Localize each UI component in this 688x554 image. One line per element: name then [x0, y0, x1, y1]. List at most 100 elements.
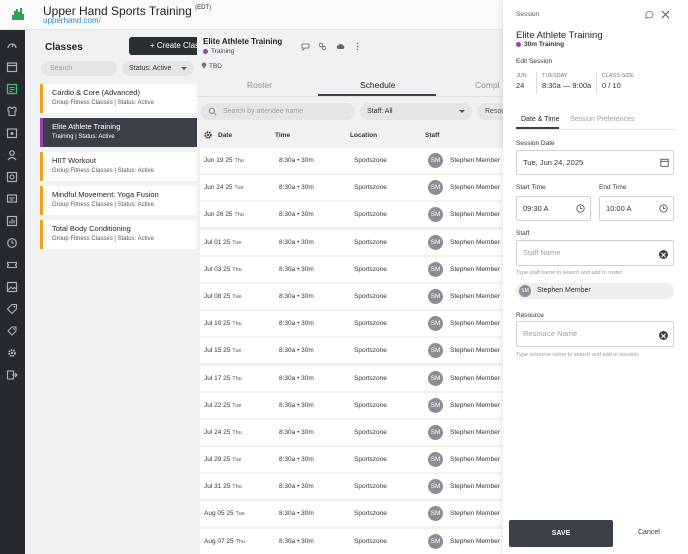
- memberships-icon[interactable]: [6, 237, 18, 249]
- clock-icon[interactable]: [659, 204, 668, 213]
- column-header-date[interactable]: Date: [218, 132, 232, 139]
- session-staff: Stephen Member: [450, 238, 500, 246]
- tab-session-preferences[interactable]: Session Preferences: [570, 116, 635, 123]
- session-row[interactable]: Jun 24 25 Tue 8:30a • 30m Sportszone SM Step…: [200, 175, 506, 201]
- session-row[interactable]: Jul 29 25 Tue 8:30a • 30m Sportszone SM Step…: [200, 447, 506, 473]
- session-date-summary: JUN 24: [516, 73, 527, 90]
- session-location: Sportszone: [354, 428, 387, 436]
- avatar: SM: [428, 288, 443, 304]
- session-row[interactable]: Aug 05 25 Tue 8:30a • 30m Sportszone SM Step…: [200, 501, 506, 527]
- avatar: SM: [428, 397, 443, 413]
- location-pin-icon: [201, 62, 207, 69]
- column-settings-icon[interactable]: [203, 130, 213, 140]
- chevron-down-icon: [181, 67, 187, 70]
- session-date-field[interactable]: Tue, Jun 24, 2025: [516, 150, 674, 175]
- staff-hint: Type staff name to search and add to ros…: [516, 270, 624, 276]
- clients-icon[interactable]: [6, 149, 18, 161]
- session-row[interactable]: Jul 24 25 Thu 8:30a • 30m Sportszone SM Step…: [200, 419, 506, 445]
- column-header-time[interactable]: Time: [275, 132, 290, 139]
- end-time-label: End Time: [599, 184, 627, 191]
- class-meta: Group Fitness Classes | Status: Active: [52, 168, 154, 174]
- tab-schedule[interactable]: Schedule: [360, 80, 395, 90]
- passes-icon[interactable]: [6, 259, 18, 271]
- tab-date-time[interactable]: Date & Time: [521, 116, 560, 123]
- session-row[interactable]: Jun 26 25 Thu 8:30a • 30m Sportszone SM Step…: [200, 202, 506, 228]
- column-header-staff[interactable]: Staff: [425, 132, 439, 139]
- tab-completed[interactable]: Compl: [475, 80, 500, 90]
- attendee-search-input[interactable]: Search by attendee name: [201, 103, 355, 120]
- calendar-icon[interactable]: [660, 158, 669, 167]
- end-time-field[interactable]: 10:00 A: [599, 196, 674, 221]
- column-header-location[interactable]: Location: [350, 132, 377, 139]
- session-time: 8:30a • 30m: [279, 292, 314, 300]
- session-time: 8:30a • 30m: [279, 184, 314, 192]
- session-time: 8:30a • 30m: [279, 347, 314, 355]
- session-row[interactable]: Jul 10 25 Thu 8:30a • 30m Sportszone SM Step…: [200, 311, 506, 337]
- session-time: 8:30a • 30m: [279, 238, 314, 246]
- link-icon[interactable]: [318, 42, 327, 51]
- session-weekday: Thu: [232, 375, 242, 382]
- avatar: SM: [428, 424, 443, 440]
- chat-icon[interactable]: [645, 10, 654, 19]
- settings-icon[interactable]: [6, 347, 18, 359]
- classes-icon[interactable]: [6, 83, 18, 95]
- session-row[interactable]: Jul 17 25 Thu 8:30a • 30m Sportszone SM Step…: [200, 365, 506, 391]
- team-icon[interactable]: [6, 105, 18, 117]
- events-icon[interactable]: [6, 127, 18, 139]
- session-date: Jul 22 25 Tue: [204, 401, 242, 409]
- gallery-icon[interactable]: [6, 281, 18, 293]
- start-time-field[interactable]: 09:30 A: [516, 196, 591, 221]
- tags-icon[interactable]: [6, 303, 18, 315]
- messages-icon[interactable]: [6, 193, 18, 205]
- class-search-input[interactable]: Search: [41, 61, 117, 76]
- more-vertical-icon[interactable]: [353, 42, 362, 51]
- dashboard-icon[interactable]: [6, 39, 18, 51]
- session-time: 8:30a • 30m: [279, 537, 314, 545]
- session-row[interactable]: Jul 15 25 Tue 8:30a • 30m Sportszone SM Step…: [200, 338, 506, 364]
- clear-icon[interactable]: [659, 250, 668, 259]
- staff-chip[interactable]: SM Stephen Member: [516, 283, 674, 299]
- session-time: 8:30a • 30m: [279, 320, 314, 328]
- session-row[interactable]: Jul 08 25 Tue 8:30a • 30m Sportszone SM Step…: [200, 283, 506, 309]
- session-staff: Stephen Member: [450, 157, 500, 164]
- class-list-item[interactable]: Mindful Movement: Yoga Fusion Group Fitn…: [40, 186, 197, 215]
- drawer-title: Elite Athlete Training: [516, 30, 603, 41]
- session-row[interactable]: Jul 31 25 Thu 8:30a • 30m Sportszone SM Step…: [200, 474, 506, 500]
- logout-icon[interactable]: [6, 369, 18, 381]
- session-row[interactable]: Jul 03 25 Thu 8:30a • 30m Sportszone SM Step…: [200, 256, 506, 282]
- end-time-value: 10:00 A: [606, 204, 632, 213]
- status-filter-select[interactable]: Status: Active: [122, 61, 194, 76]
- class-list-item[interactable]: Cardio & Core (Advanced) Group Fitness C…: [40, 84, 197, 113]
- tab-roster[interactable]: Roster: [247, 80, 272, 90]
- store-icon[interactable]: [6, 171, 18, 183]
- clock-icon[interactable]: [576, 204, 585, 213]
- upper-hand-logo-icon[interactable]: [10, 6, 26, 22]
- resource-search-input[interactable]: Resource Name: [516, 321, 674, 347]
- close-icon[interactable]: [661, 10, 670, 19]
- session-location: Sportszone: [354, 184, 387, 192]
- session-date: Aug 07 25 Thu: [204, 537, 245, 545]
- class-list-item[interactable]: HIIT Workout Group Fitness Classes | Sta…: [40, 152, 197, 181]
- save-button[interactable]: SAVE: [509, 520, 613, 547]
- staff-filter-select[interactable]: Staff: All: [360, 103, 472, 120]
- avatar: SM: [428, 479, 443, 495]
- class-list-item-selected[interactable]: Elite Athlete Training Training | Status…: [40, 118, 197, 147]
- app-url-link[interactable]: upperhand.com/: [43, 16, 101, 25]
- session-staff: Stephen Member: [450, 428, 500, 436]
- session-row[interactable]: Jun 19 25 Thu 8:30a • 30m Sportszone SM Step…: [200, 148, 506, 173]
- reports-icon[interactable]: [6, 215, 18, 227]
- session-row[interactable]: Aug 07 25 Thu 8:30a • 30m Sportszone SM Step…: [200, 528, 506, 554]
- class-list-item[interactable]: Total Body Conditioning Group Fitness Cl…: [40, 220, 197, 249]
- session-row[interactable]: Jul 01 25 Tue 8:30a • 30m Sportszone SM Step…: [200, 229, 506, 255]
- cloud-upload-icon[interactable]: [336, 42, 345, 51]
- coupons-icon[interactable]: [6, 325, 18, 337]
- staff-search-input[interactable]: Staff Name: [516, 240, 674, 266]
- event-main-panel: Elite Athlete Training Training TBD Rost…: [197, 30, 517, 554]
- cancel-button[interactable]: Cancel: [638, 529, 660, 536]
- staff-filter-value: Staff: All: [367, 108, 393, 115]
- chat-icon[interactable]: [301, 42, 310, 51]
- session-row[interactable]: Jul 22 25 Tue 8:30a • 30m Sportszone SM Step…: [200, 392, 506, 418]
- calendar-icon[interactable]: [6, 61, 18, 73]
- session-location: Sportszone: [354, 292, 387, 300]
- clear-icon[interactable]: [659, 331, 668, 340]
